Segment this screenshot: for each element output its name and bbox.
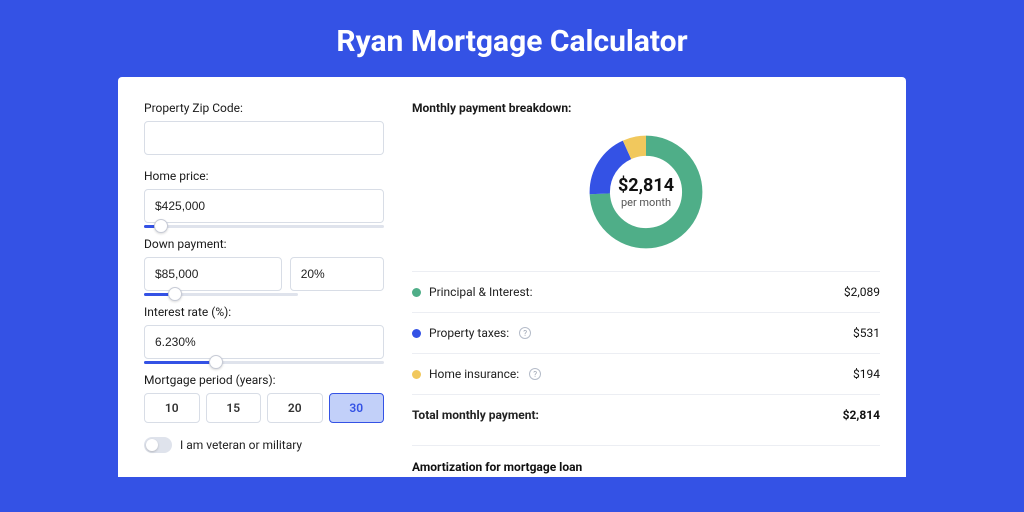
zip-group: Property Zip Code: [144,101,384,155]
legend-total-row: Total monthly payment: $2,814 [412,399,880,431]
info-icon[interactable]: ? [529,368,541,380]
amortization-block: Amortization for mortgage loan Amortizat… [412,445,880,477]
donut-amount: $2,814 [618,175,674,196]
rate-group: Interest rate (%): [144,305,384,359]
period-label: Mortgage period (years): [144,373,384,387]
down-amount-input[interactable] [144,257,282,291]
rate-input[interactable] [144,325,384,359]
down-label: Down payment: [144,237,384,251]
total-value: $2,814 [843,408,880,422]
legend-dot [412,370,421,379]
legend-label: Principal & Interest: [429,285,533,299]
divider [412,312,880,313]
legend-dot [412,288,421,297]
legend-value: $194 [853,367,880,381]
divider [412,271,880,272]
down-group: Down payment: [144,237,384,291]
page-title: Ryan Mortgage Calculator [0,0,1024,77]
donut-chart-wrap: $2,814 per month [412,125,880,267]
amortization-title: Amortization for mortgage loan [412,460,880,474]
zip-label: Property Zip Code: [144,101,384,115]
zip-input[interactable] [144,121,384,155]
veteran-label: I am veteran or military [180,438,302,452]
period-button-10[interactable]: 10 [144,393,200,423]
down-slider-thumb[interactable] [168,287,182,301]
veteran-toggle[interactable] [144,437,172,453]
legend-label: Property taxes: [429,326,509,340]
form-column: Property Zip Code: Home price: Down paym… [144,101,384,477]
total-label: Total monthly payment: [412,408,539,422]
period-button-30[interactable]: 30 [329,393,385,423]
donut-chart: $2,814 per month [585,131,707,253]
rate-label: Interest rate (%): [144,305,384,319]
down-slider[interactable] [144,293,298,296]
down-percent-input[interactable] [290,257,384,291]
price-label: Home price: [144,169,384,183]
price-slider-thumb[interactable] [154,219,168,233]
legend-dot [412,329,421,338]
legend-row: Property taxes:? $531 [412,317,880,349]
period-button-20[interactable]: 20 [267,393,323,423]
divider [412,353,880,354]
donut-center: $2,814 per month [585,131,707,253]
veteran-toggle-row: I am veteran or military [144,437,384,453]
price-slider[interactable] [144,225,384,228]
legend-row: Principal & Interest: $2,089 [412,276,880,308]
rate-slider[interactable] [144,361,384,364]
calculator-card: Property Zip Code: Home price: Down paym… [118,77,906,477]
legend-row: Home insurance:? $194 [412,358,880,390]
breakdown-title: Monthly payment breakdown: [412,101,880,115]
legend-label: Home insurance: [429,367,519,381]
legend-value: $2,089 [844,285,880,299]
legend-value: $531 [853,326,880,340]
divider [412,394,880,395]
donut-sub: per month [621,196,671,209]
period-group: Mortgage period (years): 10152030 [144,373,384,423]
info-icon[interactable]: ? [519,327,531,339]
toggle-knob [146,439,158,451]
price-input[interactable] [144,189,384,223]
rate-slider-thumb[interactable] [209,355,223,369]
price-group: Home price: [144,169,384,223]
period-button-15[interactable]: 15 [206,393,262,423]
breakdown-column: Monthly payment breakdown: $2,814 per mo… [412,101,880,477]
